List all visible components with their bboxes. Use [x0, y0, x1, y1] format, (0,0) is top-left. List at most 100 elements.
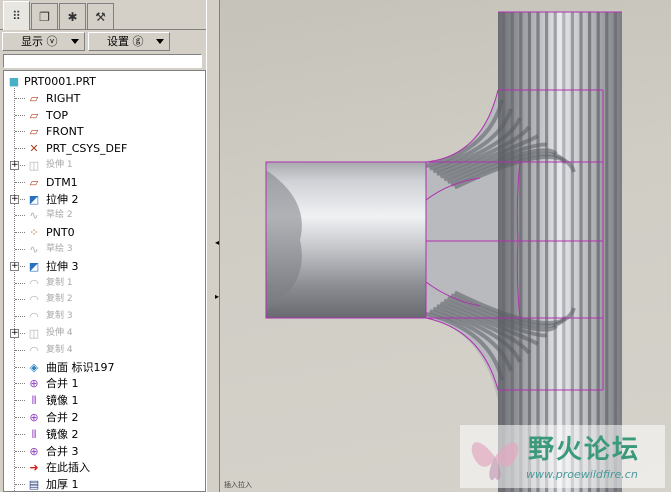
tree-root[interactable]: ■ PRT0001.PRT — [4, 73, 204, 90]
surface-icon: ◈ — [29, 360, 39, 374]
tree-scrollbar[interactable] — [206, 0, 214, 492]
model-tree-icon: ⠿ — [12, 9, 21, 23]
tree-connector — [15, 215, 25, 217]
surface-stripe — [579, 12, 583, 492]
layers-icon: ❐ — [39, 9, 50, 24]
display-menu-label: 显示 ⓥ — [21, 35, 58, 48]
tab-layers[interactable]: ❐ — [31, 3, 58, 29]
tree-connector — [15, 349, 25, 351]
tree-item[interactable]: ◠ 复制 2 — [4, 291, 204, 308]
tree-connector — [15, 282, 25, 284]
tree-item[interactable]: + ◩ 拉伸 2 — [4, 191, 204, 208]
expand-icon[interactable]: + — [10, 329, 19, 338]
tree-item-label: 投伸 4 — [46, 328, 73, 338]
tree-item[interactable]: ⫴ 镜像 1 — [4, 392, 204, 409]
navigator-tabs: ⠿ ❐ ✱ ⚒ — [0, 0, 214, 30]
tree-item[interactable]: ▱ FRONT — [4, 123, 204, 140]
tree-connector — [15, 400, 25, 402]
tree-item-label: 拉伸 2 — [46, 192, 79, 206]
tree-connector — [15, 97, 25, 99]
tree-connector — [15, 433, 25, 435]
tree-item[interactable]: ◈ 曲面 标识197 — [4, 359, 204, 376]
tree-item[interactable]: ➜ 在此插入 — [4, 459, 204, 476]
tree-item[interactable]: ▱ DTM1 — [4, 174, 204, 191]
watermark-title: 野火论坛 — [528, 435, 641, 465]
app-window: ⠿ ❐ ✱ ⚒ 显示 ⓥ 设置 ⓖ ■ PRT0001.PRT ▱ RIGHT ▱ TOP ▱ FR… — [0, 0, 671, 492]
tree-item-label: 曲面 标识197 — [46, 360, 115, 374]
tree-connector — [15, 131, 25, 133]
surface-stripe — [519, 12, 523, 492]
tree-item[interactable]: ▱ RIGHT — [4, 90, 204, 107]
tree-item[interactable]: ⊕ 合并 2 — [4, 409, 204, 426]
tree-item[interactable]: ∿ 草绘 2 — [4, 207, 204, 224]
tree-item[interactable]: ▱ TOP — [4, 107, 204, 124]
tree-item[interactable]: ⊕ 合并 1 — [4, 375, 204, 392]
tree-item-label: 拉伸 3 — [46, 259, 79, 273]
merge-icon: ⊕ — [29, 411, 39, 424]
sketch-icon: ∿ — [29, 243, 39, 256]
tools-icon: ⚒ — [95, 9, 106, 24]
surface-stripe — [527, 12, 531, 492]
tree-connector — [15, 417, 25, 418]
expand-icon[interactable]: + — [10, 194, 19, 204]
copy-icon: ◠ — [29, 276, 39, 290]
copy-icon: ◠ — [29, 310, 39, 324]
tree-connector — [15, 450, 25, 452]
tree-item-label: DTM1 — [46, 175, 78, 189]
tree-item-label: PNT0 — [46, 226, 75, 240]
tree-connector — [15, 484, 25, 486]
thicken-icon: ▤ — [28, 478, 40, 492]
display-menu-button[interactable]: 显示 ⓥ — [2, 32, 85, 51]
surface-stripe — [553, 12, 557, 492]
tree-item-label: PRT_CSYS_DEF — [46, 142, 128, 156]
tree-item[interactable]: ◠ 复制 1 — [4, 275, 204, 292]
tree-item[interactable]: + ◫ 投伸 1 — [4, 157, 204, 174]
expand-icon[interactable]: + — [10, 261, 19, 271]
surface-stripe — [510, 12, 514, 492]
tree-item[interactable]: ⫴ 镜像 2 — [4, 426, 204, 443]
tree-item-label: PRT0001.PRT — [24, 75, 96, 88]
surface-stripe — [613, 12, 617, 492]
tree-item[interactable]: ⊕ 合并 3 — [4, 443, 204, 460]
tree-item-label: 复制 3 — [46, 311, 73, 322]
tree-connector — [15, 249, 25, 250]
surface-stripe — [596, 12, 600, 492]
tree-filter-field[interactable] — [3, 54, 202, 68]
tree-item[interactable]: ∿ 草绘 3 — [4, 241, 204, 258]
junction-blend — [426, 90, 498, 400]
mirror-icon: ⫴ — [31, 427, 37, 441]
part-icon: ■ — [8, 75, 20, 88]
tree-item[interactable]: ◠ 复制 4 — [4, 342, 204, 359]
tree-connector — [15, 366, 25, 368]
expand-icon[interactable]: + — [10, 161, 19, 170]
tab-folder[interactable]: ✱ — [59, 3, 86, 29]
tab-tools[interactable]: ⚒ — [87, 3, 114, 29]
protrusion-icon: ◫ — [28, 159, 40, 172]
tree-connector — [15, 316, 25, 318]
settings-menu-button[interactable]: 设置 ⓖ — [88, 32, 170, 51]
collapse-left-icon[interactable]: ◂ — [215, 238, 219, 247]
chevron-down-icon — [156, 39, 164, 44]
merge-icon: ⊕ — [29, 377, 39, 391]
graphics-viewport[interactable]: 插入拉入 野火论坛 www.proewildfire.cn — [220, 0, 671, 492]
tree-item[interactable]: + ◩ 拉伸 3 — [4, 258, 204, 275]
datum-plane-icon: ▱ — [29, 108, 39, 122]
tree-item-label: 镜像 2 — [46, 427, 79, 441]
sketch-icon: ∿ — [29, 209, 39, 223]
expand-right-icon[interactable]: ▸ — [215, 292, 219, 301]
tab-model-tree[interactable]: ⠿ — [3, 1, 30, 30]
tree-item[interactable]: ▤ 加厚 1 — [4, 476, 204, 492]
tree-item[interactable]: ⁘ PNT0 — [4, 224, 204, 241]
tree-item[interactable]: ✕ PRT_CSYS_DEF — [4, 140, 204, 157]
csys-icon: ✕ — [29, 142, 39, 156]
tee-pipe-model — [265, 11, 622, 492]
tree-connector — [15, 181, 25, 183]
tree-item[interactable]: + ◫ 投伸 4 — [4, 325, 204, 342]
tree-connector — [15, 467, 25, 469]
tree-item-label: 投伸 1 — [46, 160, 73, 170]
mirror-icon: ⫴ — [31, 394, 37, 408]
settings-menu-label: 设置 ⓖ — [107, 35, 144, 48]
surface-stripe — [588, 12, 592, 492]
model-tree: ■ PRT0001.PRT ▱ RIGHT ▱ TOP ▱ FRONT ✕ PRT_CSYS_DE… — [3, 70, 206, 492]
tree-item[interactable]: ◠ 复制 3 — [4, 308, 204, 325]
